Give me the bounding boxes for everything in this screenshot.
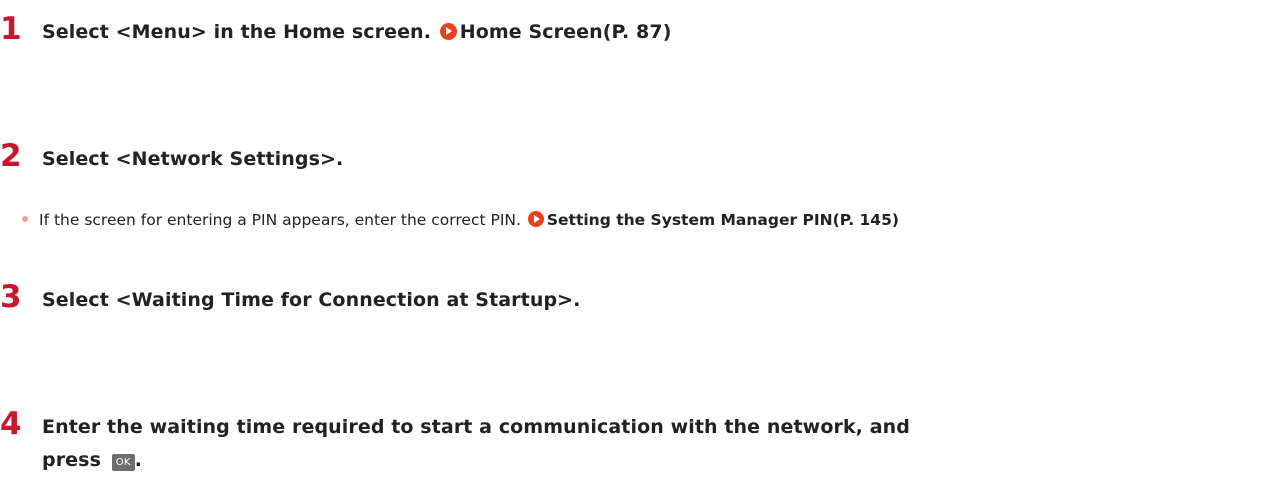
step-text: Select <Network Settings>. bbox=[42, 148, 344, 170]
step-number: 3 bbox=[0, 279, 22, 315]
note-text: If the screen for entering a PIN appears… bbox=[39, 211, 521, 229]
step-number: 2 bbox=[0, 138, 22, 174]
step-end: . bbox=[134, 449, 143, 471]
step-number: 4 bbox=[0, 406, 22, 442]
bullet-icon bbox=[22, 216, 28, 222]
step-instruction: Select <Network Settings>. bbox=[42, 143, 1222, 176]
step-text: Enter the waiting time required to start… bbox=[42, 416, 910, 471]
step-instruction: Select <Menu> in the Home screen. Home S… bbox=[42, 16, 1222, 49]
link-label: Setting the System Manager PIN(P. 145) bbox=[546, 211, 899, 229]
ok-key-icon: OK bbox=[111, 454, 135, 471]
step-number: 1 bbox=[0, 11, 22, 47]
step-text: Select <Waiting Time for Connection at S… bbox=[42, 289, 581, 311]
step-text: Select <Menu> in the Home screen. bbox=[42, 21, 432, 43]
system-manager-pin-link[interactable]: Setting the System Manager PIN(P. 145) bbox=[526, 211, 899, 229]
step-instruction: Select <Waiting Time for Connection at S… bbox=[42, 284, 1222, 317]
link-label: Home Screen(P. 87) bbox=[459, 21, 672, 43]
link-arrow-icon bbox=[527, 211, 544, 227]
step-instruction: Enter the waiting time required to start… bbox=[42, 411, 942, 477]
pin-note: If the screen for entering a PIN appears… bbox=[22, 207, 1272, 233]
link-arrow-icon bbox=[439, 23, 457, 40]
home-screen-link[interactable]: Home Screen(P. 87) bbox=[438, 21, 672, 43]
